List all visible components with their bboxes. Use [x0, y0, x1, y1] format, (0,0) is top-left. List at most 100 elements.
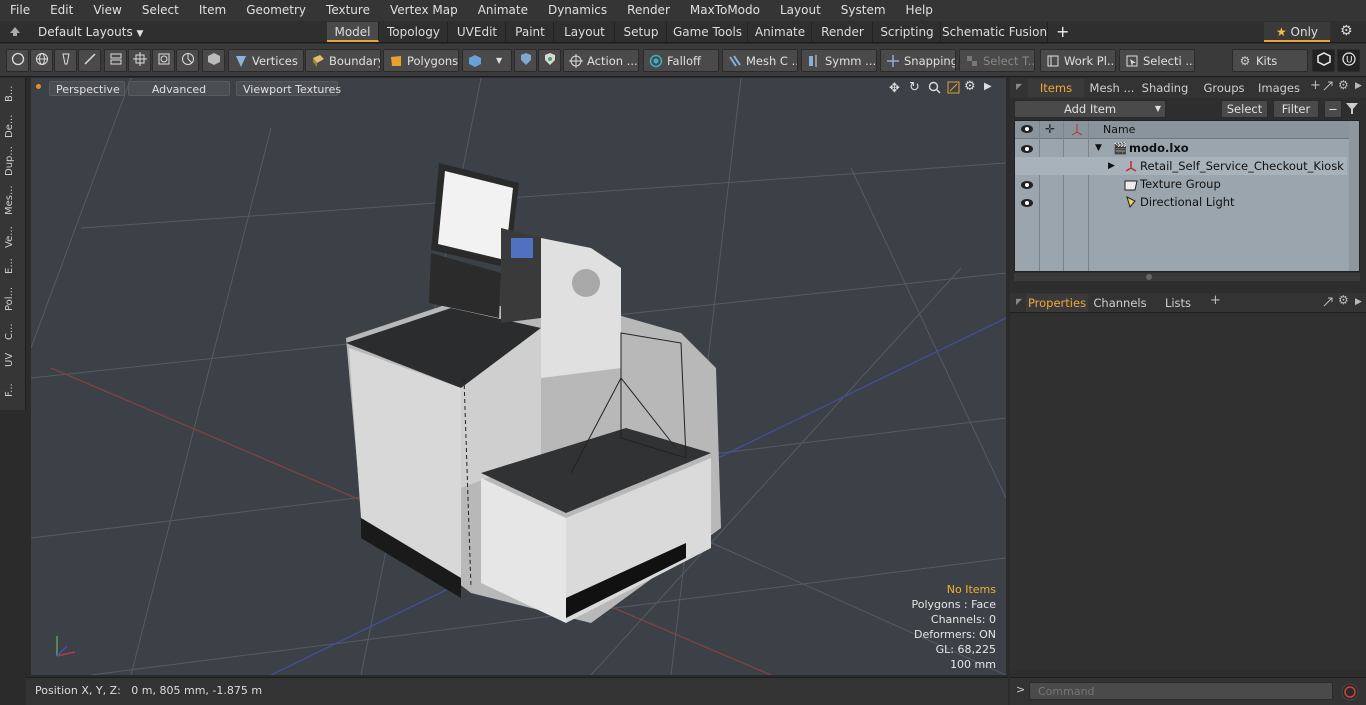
item-list-scrollbar[interactable]	[1349, 121, 1359, 271]
menu-vertex-map[interactable]: Vertex Map	[380, 0, 468, 21]
zoom-view-icon[interactable]	[928, 81, 941, 97]
add-tab-icon[interactable]: +	[1056, 22, 1069, 42]
tab-topology[interactable]: Topology	[380, 22, 448, 42]
perspective-button[interactable]: Perspective	[49, 81, 125, 96]
tab-model[interactable]: Model	[327, 22, 379, 42]
up-arrow-icon[interactable]	[8, 24, 22, 38]
symmetry-button[interactable]: Symm ...	[801, 49, 877, 72]
menu-texture[interactable]: Texture	[316, 0, 380, 21]
menu-file[interactable]: File	[0, 0, 40, 21]
left-tab-fusion[interactable]: F...	[4, 376, 20, 404]
menu-animate[interactable]: Animate	[468, 0, 538, 21]
kits-button[interactable]: ⚙ Kits	[1232, 49, 1308, 72]
item-row-mesh[interactable]: ▶ Retail_Self_Service_Checkout_Kiosk	[1015, 157, 1347, 175]
collapse-list-button[interactable]: −	[1324, 100, 1342, 118]
menu-render[interactable]: Render	[617, 0, 680, 21]
transform-button[interactable]	[104, 49, 127, 72]
expand-triangle-icon[interactable]: ▼	[1095, 139, 1102, 157]
gear-icon[interactable]: ⚙	[1340, 23, 1353, 39]
left-tab-deform[interactable]: De...	[4, 111, 20, 141]
tab-animate[interactable]: Animate	[749, 22, 812, 42]
material-dropdown[interactable]: ▼	[462, 49, 512, 72]
item-list-resize-handle[interactable]	[1014, 273, 1360, 281]
menu-geometry[interactable]: Geometry	[236, 0, 316, 21]
rotate-view-icon[interactable]: ↻	[909, 80, 920, 95]
add-panel-tab-icon[interactable]: +	[1210, 293, 1221, 308]
panel-collapse-icon[interactable]: ◤	[1016, 82, 1022, 91]
expand-triangle-icon[interactable]: ▶	[1108, 157, 1115, 175]
lasso-button[interactable]	[176, 49, 199, 72]
select-through-button[interactable]: Select T...	[959, 49, 1035, 72]
menu-help[interactable]: Help	[896, 0, 943, 21]
record-macro-icon[interactable]	[1340, 682, 1360, 702]
item-row-directional-light[interactable]: Directional Light	[1015, 193, 1347, 211]
item-row-texture-group[interactable]: Texture Group	[1015, 175, 1347, 193]
item-mode-button[interactable]	[202, 49, 225, 72]
move-view-icon[interactable]: ✥	[889, 81, 900, 96]
panel-collapse-icon[interactable]: ◤	[1016, 297, 1022, 306]
viewport-textures-button[interactable]: Viewport Textures	[236, 81, 341, 96]
tab-mesh[interactable]: Mesh ...	[1086, 79, 1138, 97]
left-tab-mesh-edit[interactable]: Mes...	[4, 182, 20, 218]
3d-viewport[interactable]	[31, 78, 1006, 675]
snapping-button[interactable]: Snapping	[880, 49, 956, 72]
items-more-icon[interactable]: ▶	[1355, 81, 1362, 91]
properties-more-icon[interactable]: ▶	[1355, 297, 1362, 307]
globe-button[interactable]	[30, 49, 53, 72]
expand-panel-icon[interactable]	[1322, 296, 1334, 311]
only-toggle[interactable]: ★ Only	[1264, 22, 1330, 42]
tab-groups[interactable]: Groups	[1194, 79, 1254, 97]
tab-shading[interactable]: Shading	[1140, 79, 1190, 97]
tab-properties[interactable]: Properties	[1026, 294, 1088, 312]
tab-schematic-fusion[interactable]: Schematic Fusion	[942, 22, 1048, 42]
menu-select[interactable]: Select	[132, 0, 189, 21]
center-button[interactable]	[128, 49, 151, 72]
items-gear-icon[interactable]: ⚙	[1338, 78, 1349, 92]
add-item-dropdown[interactable]: Add Item ▼	[1014, 100, 1166, 118]
viewport-arrow-icon[interactable]: ▶	[984, 81, 992, 92]
add-panel-tab-icon[interactable]: +	[1310, 78, 1321, 93]
tab-render[interactable]: Render	[813, 22, 873, 42]
layouts-dropdown[interactable]: Default Layouts ▼	[38, 23, 143, 41]
polygons-button[interactable]: Polygons	[383, 49, 459, 72]
name-column-header[interactable]: Name	[1103, 121, 1135, 139]
left-tab-basic[interactable]: B...	[4, 82, 20, 106]
advanced-button[interactable]: Advanced	[128, 81, 230, 96]
action-center-button[interactable]: Action ...	[563, 49, 639, 72]
selection-sets-button[interactable]: Selecti ...	[1119, 49, 1195, 72]
maximize-view-icon[interactable]	[947, 81, 960, 97]
pen-button[interactable]	[54, 49, 77, 72]
tab-game-tools[interactable]: Game Tools	[668, 22, 748, 42]
left-tab-polygon[interactable]: Pol...	[4, 283, 20, 315]
tab-uvedit[interactable]: UVEdit	[449, 22, 506, 42]
menu-dynamics[interactable]: Dynamics	[538, 0, 617, 21]
boundary-button[interactable]: Boundary	[305, 49, 381, 72]
tab-items[interactable]: Items	[1028, 79, 1084, 97]
brush-button[interactable]	[78, 49, 101, 72]
unity-button[interactable]	[1312, 49, 1335, 72]
work-plane-button[interactable]: Work Pl...	[1040, 49, 1116, 72]
tab-lists[interactable]: Lists	[1154, 294, 1202, 312]
tab-setup[interactable]: Setup	[616, 22, 667, 42]
box-select-button[interactable]	[152, 49, 175, 72]
falloff-button[interactable]: Falloff	[643, 49, 719, 72]
symmetry-toggle-button[interactable]	[514, 49, 537, 72]
viewport-gear-icon[interactable]: ⚙	[964, 79, 976, 94]
items-select-button[interactable]: Select	[1221, 100, 1268, 118]
soft-select-button[interactable]	[538, 49, 561, 72]
left-tab-uv[interactable]: UV	[4, 348, 20, 372]
menu-maxtomodo[interactable]: MaxToModo	[680, 0, 770, 21]
item-row-scene[interactable]: ▼ 🎬 modo.lxo	[1015, 139, 1347, 157]
tab-scripting[interactable]: Scripting	[874, 22, 941, 42]
expand-panel-icon[interactable]	[1322, 80, 1334, 95]
menu-item[interactable]: Item	[189, 0, 236, 21]
menu-view[interactable]: View	[83, 0, 131, 21]
tab-paint[interactable]: Paint	[507, 22, 554, 42]
left-tab-edge[interactable]: E...	[4, 254, 20, 278]
select-circle-button[interactable]	[6, 49, 29, 72]
vertices-button[interactable]: Vertices	[228, 49, 304, 72]
filter-funnel-icon[interactable]	[1345, 101, 1359, 118]
left-tab-curve[interactable]: C...	[4, 320, 20, 344]
menu-edit[interactable]: Edit	[40, 0, 83, 21]
command-input[interactable]	[1029, 682, 1333, 700]
